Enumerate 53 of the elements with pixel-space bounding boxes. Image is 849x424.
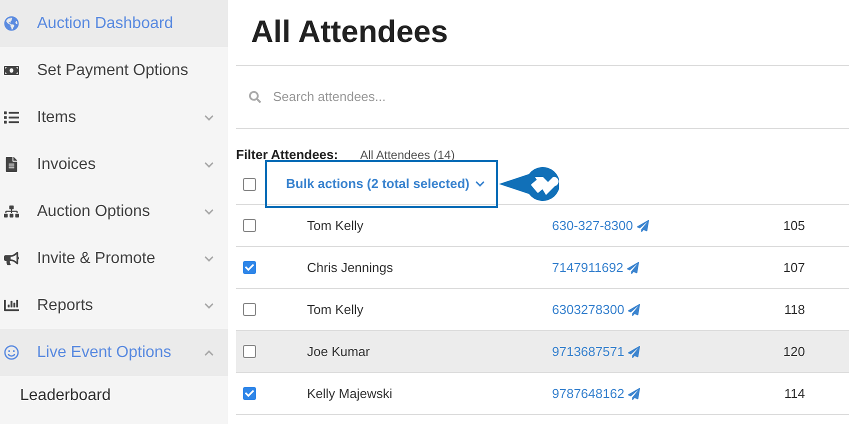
attendee-name: Chris Jennings: [307, 258, 394, 277]
send-icon[interactable]: [628, 388, 640, 400]
page-title: All Attendees: [251, 13, 448, 52]
sidebar-item[interactable]: Items: [0, 94, 228, 141]
smiley-icon: [4, 345, 19, 360]
list-icon: [4, 110, 19, 125]
chevron-down-icon[interactable]: [204, 206, 214, 216]
bidder-number: 118: [784, 300, 805, 319]
send-icon[interactable]: [628, 304, 640, 316]
sidebar-item[interactable]: Auction Options: [0, 188, 228, 235]
send-icon[interactable]: [627, 262, 640, 274]
chevron-up-icon[interactable]: [204, 348, 214, 358]
phone-link[interactable]: 9787648162: [552, 384, 624, 404]
phone-link[interactable]: 6303278300: [552, 300, 624, 320]
attendee-name: Tom Kelly: [307, 300, 364, 319]
send-icon[interactable]: [628, 346, 640, 358]
sidebar-subitem[interactable]: Leaderboard: [20, 384, 111, 408]
phone-link[interactable]: 7147911692: [552, 258, 624, 278]
hierarchy-icon: [4, 204, 19, 219]
checkbox[interactable]: [243, 387, 256, 400]
chevron-down-icon[interactable]: [204, 112, 214, 122]
sidebar-item[interactable]: Reports: [0, 282, 228, 329]
bidder-number: 114: [784, 384, 805, 403]
checkbox[interactable]: [243, 178, 256, 190]
checkbox[interactable]: [243, 219, 256, 232]
sidebar-item[interactable]: Invoices: [0, 141, 228, 188]
attendee-name: Joe Kumar: [307, 342, 371, 361]
bulk-actions-dropdown[interactable]: Bulk actions (2 total selected): [286, 174, 484, 194]
send-icon[interactable]: [636, 220, 649, 232]
sidebar-item[interactable]: Set Payment Options: [0, 47, 228, 94]
checkbox[interactable]: [243, 345, 256, 358]
bidder-number: 120: [783, 342, 805, 361]
checkbox[interactable]: [243, 261, 256, 274]
attendee-name: Tom Kelly: [307, 216, 364, 235]
bidder-number: 105: [783, 216, 805, 235]
document-icon: [4, 157, 19, 172]
chevron-down-icon: [474, 179, 484, 189]
banknote-icon: [4, 63, 19, 78]
globe-icon: [4, 16, 19, 31]
sidebar-item[interactable]: Invite & Promote: [0, 235, 228, 282]
checkbox[interactable]: [243, 303, 256, 316]
attendee-name: Kelly Majewski: [307, 384, 394, 403]
bar-chart-icon: [4, 298, 19, 313]
bidder-number: 107: [783, 258, 805, 277]
filter-label: Filter Attendees:: [236, 146, 338, 164]
chevron-down-icon[interactable]: [204, 160, 214, 170]
phone-link[interactable]: 630-327-8300: [552, 216, 633, 236]
megaphone-icon: [4, 251, 19, 266]
search-icon: [249, 91, 261, 103]
chevron-down-icon[interactable]: [204, 254, 214, 264]
search-field[interactable]: Search attendees...: [273, 87, 849, 107]
chevron-down-icon[interactable]: [204, 300, 214, 310]
attendee-row[interactable]: Joe Kumar 9713687571 120: [236, 331, 849, 373]
